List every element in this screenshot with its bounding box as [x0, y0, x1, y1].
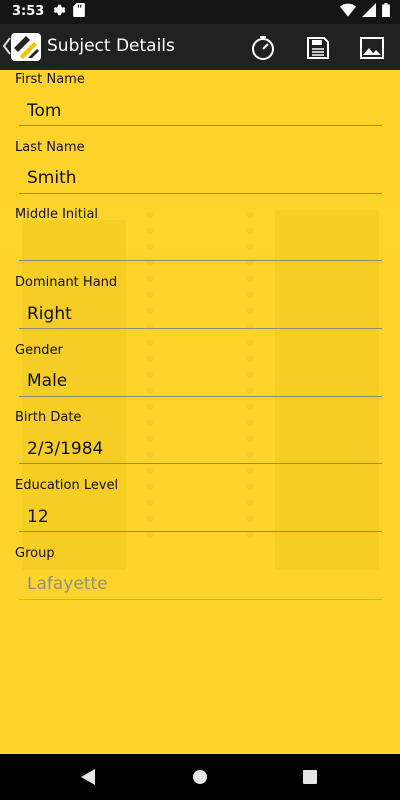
- image-icon: [360, 37, 384, 59]
- birth-date-input[interactable]: [19, 434, 382, 465]
- nav-back-button[interactable]: [78, 767, 98, 787]
- app-logo-icon[interactable]: [10, 32, 42, 62]
- wifi-icon: [340, 3, 356, 17]
- group-input: [19, 569, 382, 600]
- middle-initial-input[interactable]: [19, 231, 382, 262]
- field-dominant-hand: Dominant Hand: [0, 273, 400, 341]
- status-time: 3:53: [12, 4, 45, 19]
- field-education-level: Education Level: [0, 476, 400, 544]
- content-area: First Name Last Name Middle Initial Domi…: [0, 70, 400, 754]
- field-label: Last Name: [15, 139, 85, 155]
- field-label: First Name: [15, 72, 85, 87]
- field-gender: Gender: [0, 341, 400, 409]
- save-icon: [307, 37, 329, 59]
- field-last-name: Last Name: [0, 138, 400, 206]
- field-birth-date: Birth Date: [0, 408, 400, 476]
- field-group: Group: [0, 544, 400, 612]
- nav-recent-apps-button[interactable]: [300, 767, 320, 787]
- field-label: Education Level: [15, 478, 119, 494]
- status-left-icons: [52, 3, 85, 17]
- field-middle-initial: Middle Initial: [0, 205, 400, 273]
- signal-icon: [362, 3, 376, 17]
- education-level-input[interactable]: [19, 502, 382, 533]
- save-button[interactable]: [304, 34, 332, 62]
- settings-icon: [53, 4, 66, 16]
- gender-input[interactable]: [19, 366, 382, 397]
- app-bar: Subject Details: [0, 24, 400, 70]
- circle-home-icon: [193, 770, 207, 784]
- nav-home-button[interactable]: [190, 767, 210, 787]
- first-name-input[interactable]: [19, 96, 382, 126]
- navigation-bar: [0, 754, 400, 800]
- field-label: Middle Initial: [15, 207, 99, 223]
- field-label: Group: [15, 545, 55, 561]
- status-right-icons: [340, 3, 390, 17]
- image-button[interactable]: [358, 34, 386, 62]
- timer-button[interactable]: [249, 34, 277, 62]
- battery-icon: [382, 3, 390, 17]
- timer-icon: [252, 36, 274, 60]
- field-label: Dominant Hand: [15, 275, 118, 291]
- last-name-input[interactable]: [19, 163, 382, 194]
- field-label: Birth Date: [15, 410, 82, 426]
- field-first-name: First Name: [0, 70, 400, 138]
- triangle-back-icon: [81, 769, 95, 785]
- dominant-hand-input[interactable]: [19, 299, 382, 330]
- subject-form: First Name Last Name Middle Initial Domi…: [0, 70, 400, 612]
- square-recent-icon: [303, 770, 317, 784]
- sd-card-icon: [73, 3, 85, 17]
- field-label: Gender: [15, 342, 63, 358]
- status-bar: 3:53: [0, 0, 400, 24]
- app-title: Subject Details: [47, 36, 175, 56]
